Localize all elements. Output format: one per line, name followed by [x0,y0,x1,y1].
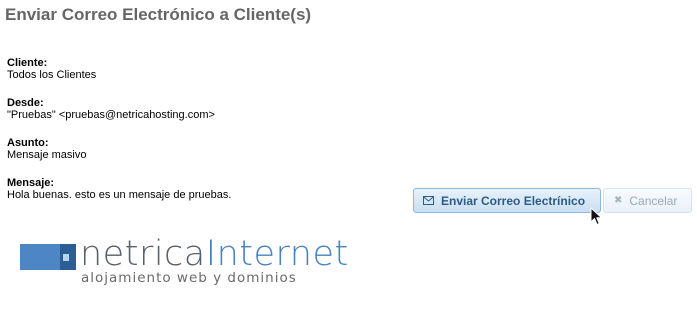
logo-bar-icon [20,244,76,270]
field-mensaje: Mensaje: Hola buenas. esto es un mensaje… [7,177,231,201]
logo-tagline: alojamiento web y dominios [81,270,297,286]
netrica-internet-logo: netricaInternet alojamiento web y domini… [20,234,360,292]
cliente-label: Cliente: [7,57,48,69]
send-email-label: Enviar Correo Electrínico [441,193,586,208]
asunto-label: Asunto: [7,137,49,149]
envelope-icon [423,194,434,208]
cancel-button[interactable]: ✖ Cancelar [603,188,692,213]
cancel-label: Cancelar [629,193,678,208]
logo-wordmark: netricaInternet [80,234,349,274]
page-title: Enviar Correo Electrónico a Cliente(s) [5,5,312,24]
logo-wordmark-part2: Internet [205,234,349,274]
mensaje-label: Mensaje: [7,177,55,189]
field-asunto: Asunto: Mensaje masivo [7,137,86,161]
mensaje-value: Hola buenas. esto es un mensaje de prueb… [7,189,232,201]
asunto-value: Mensaje masivo [7,149,87,161]
logo-wordmark-part1: netrica [80,234,206,274]
desde-label: Desde: [7,97,44,109]
close-icon: ✖ [614,195,623,206]
send-email-button[interactable]: Enviar Correo Electrínico [413,188,601,213]
cliente-value: Todos los Clientes [7,69,97,81]
field-desde: Desde: "Pruebas" <pruebas@netricahosting… [7,97,215,121]
mouse-pointer-icon [590,207,604,232]
desde-value: "Pruebas" <pruebas@netricahosting.com> [7,109,215,121]
field-cliente: Cliente: Todos los Clientes [7,57,96,81]
